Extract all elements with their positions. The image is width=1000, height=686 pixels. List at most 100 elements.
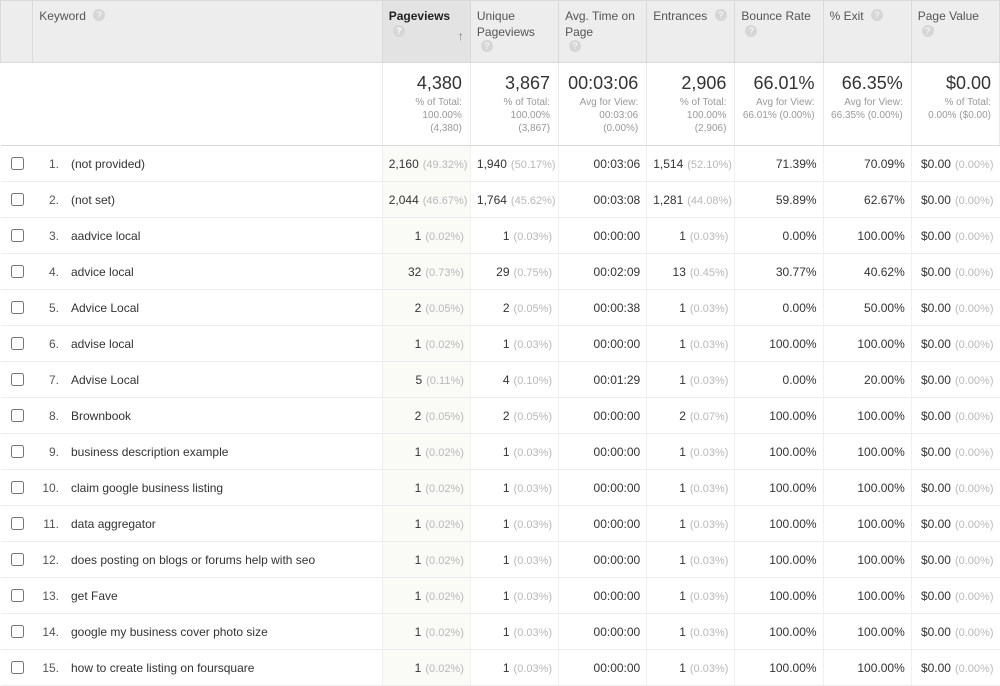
row-time: 00:00:00 [594,409,641,423]
row-checkbox[interactable] [11,625,24,638]
table-row[interactable]: 10.claim google business listing1(0.02%)… [1,470,1000,506]
table-row[interactable]: 9.business description example1(0.02%)1(… [1,434,1000,470]
header-page-value[interactable]: Page Value ? [911,1,999,63]
help-icon[interactable]: ? [922,25,934,37]
table-row[interactable]: 4.advice local32(0.73%)29(0.75%)00:02:09… [1,254,1000,290]
table-row[interactable]: 8.Brownbook2(0.05%)2(0.05%)00:00:002(0.0… [1,398,1000,434]
row-index: 4. [33,254,65,290]
row-pageviews: 2,044 [389,193,419,207]
table-row[interactable]: 7.Advise Local5(0.11%)4(0.10%)00:01:291(… [1,362,1000,398]
header-keyword[interactable]: Keyword ? [33,1,382,63]
header-bounce[interactable]: Bounce Rate ? [735,1,823,63]
row-pageviews: 1 [415,337,422,351]
row-bounce: 71.39% [776,157,817,171]
header-pageviews[interactable]: Pageviews ? ↑ [382,1,470,63]
row-bounce: 100.00% [769,589,816,603]
summary-entrances: 2,906 [653,73,726,94]
row-entrances: 1,281 [653,193,683,207]
help-icon[interactable]: ? [745,25,757,37]
help-icon[interactable]: ? [871,9,883,21]
row-exit: 70.09% [864,157,905,171]
row-checkbox[interactable] [11,517,24,530]
table-row[interactable]: 11.data aggregator1(0.02%)1(0.03%)00:00:… [1,506,1000,542]
row-exit: 100.00% [857,409,904,423]
row-value: $0.00 [921,553,951,567]
row-keyword[interactable]: business description example [65,434,382,470]
row-checkbox[interactable] [11,661,24,674]
row-pageviews: 2 [415,301,422,315]
row-checkbox[interactable] [11,229,24,242]
row-time: 00:00:00 [594,661,641,675]
table-row[interactable]: 1.(not provided)2,160(49.32%)1,940(50.17… [1,146,1000,182]
summary-value: $0.00 [918,73,991,94]
help-icon[interactable]: ? [715,9,727,21]
row-keyword[interactable]: how to create listing on foursquare [65,650,382,686]
row-time: 00:00:00 [594,337,641,351]
table-row[interactable]: 2.(not set)2,044(46.67%)1,764(45.62%)00:… [1,182,1000,218]
row-time: 00:00:00 [594,229,641,243]
table-row[interactable]: 3.aadvice local1(0.02%)1(0.03%)00:00:001… [1,218,1000,254]
header-checkbox-col[interactable] [1,1,33,63]
row-value: $0.00 [921,625,951,639]
row-checkbox[interactable] [11,445,24,458]
row-keyword[interactable]: (not provided) [65,146,382,182]
row-checkbox[interactable] [11,409,24,422]
help-icon[interactable]: ? [569,40,581,52]
row-entrances: 1 [679,589,686,603]
table-row[interactable]: 12.does posting on blogs or forums help … [1,542,1000,578]
row-index: 8. [33,398,65,434]
row-keyword[interactable]: Brownbook [65,398,382,434]
row-entrances: 1 [679,337,686,351]
row-time: 00:01:29 [594,373,641,387]
table-row[interactable]: 6.advise local1(0.02%)1(0.03%)00:00:001(… [1,326,1000,362]
row-unique: 29 [496,265,509,279]
row-time: 00:00:38 [594,301,641,315]
row-keyword[interactable]: advice local [65,254,382,290]
row-value: $0.00 [921,337,951,351]
summary-bounce: 66.01% [741,73,814,94]
row-exit: 62.67% [864,193,905,207]
header-entrances[interactable]: Entrances ? [647,1,735,63]
row-keyword[interactable]: Advise Local [65,362,382,398]
help-icon[interactable]: ? [393,25,405,37]
row-keyword[interactable]: data aggregator [65,506,382,542]
row-checkbox[interactable] [11,265,24,278]
row-keyword[interactable]: get Fave [65,578,382,614]
row-checkbox[interactable] [11,589,24,602]
row-time: 00:00:00 [594,625,641,639]
row-keyword[interactable]: Advice Local [65,290,382,326]
row-keyword[interactable]: google my business cover photo size [65,614,382,650]
help-icon[interactable]: ? [93,9,105,21]
row-exit: 100.00% [857,661,904,675]
header-unique-pageviews[interactable]: Unique Pageviews ? [470,1,558,63]
row-checkbox[interactable] [11,157,24,170]
table-row[interactable]: 5.Advice Local2(0.05%)2(0.05%)00:00:381(… [1,290,1000,326]
row-time: 00:03:06 [594,157,641,171]
row-checkbox[interactable] [11,373,24,386]
row-keyword[interactable]: does posting on blogs or forums help wit… [65,542,382,578]
row-exit: 100.00% [857,229,904,243]
table-row[interactable]: 15.how to create listing on foursquare1(… [1,650,1000,686]
row-checkbox[interactable] [11,193,24,206]
row-exit: 100.00% [857,553,904,567]
row-keyword[interactable]: aadvice local [65,218,382,254]
row-checkbox[interactable] [11,553,24,566]
row-unique: 1 [503,517,510,531]
help-icon[interactable]: ? [481,40,493,52]
row-value: $0.00 [921,193,951,207]
table-row[interactable]: 13.get Fave1(0.02%)1(0.03%)00:00:001(0.0… [1,578,1000,614]
table-row[interactable]: 14.google my business cover photo size1(… [1,614,1000,650]
row-value: $0.00 [921,661,951,675]
row-keyword[interactable]: advise local [65,326,382,362]
row-value: $0.00 [921,481,951,495]
header-exit[interactable]: % Exit ? [823,1,911,63]
row-checkbox[interactable] [11,337,24,350]
row-exit: 100.00% [857,445,904,459]
row-pageviews: 1 [415,553,422,567]
row-unique: 1 [503,589,510,603]
row-checkbox[interactable] [11,481,24,494]
row-keyword[interactable]: claim google business listing [65,470,382,506]
row-keyword[interactable]: (not set) [65,182,382,218]
header-avg-time[interactable]: Avg. Time on Page ? [559,1,647,63]
row-checkbox[interactable] [11,301,24,314]
